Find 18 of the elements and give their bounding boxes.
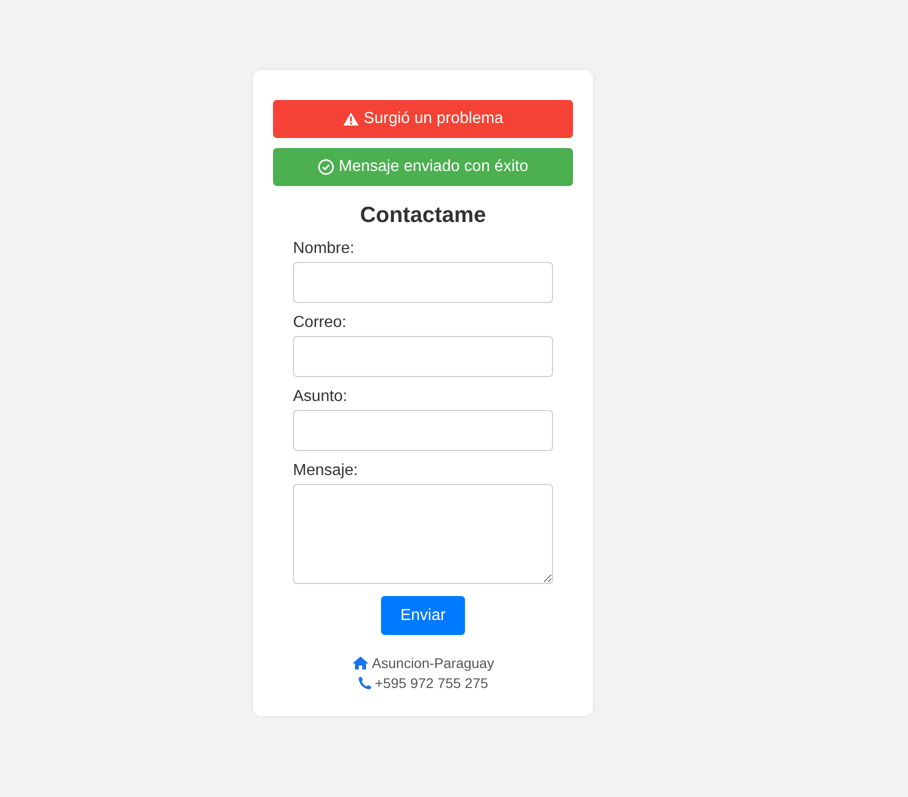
input-field[interactable] [293, 262, 553, 303]
field-label: Correo: [293, 314, 348, 332]
input-field[interactable] [293, 336, 553, 377]
warning-icon [342, 112, 359, 126]
phone-icon [358, 676, 372, 690]
message-field[interactable] [293, 484, 553, 584]
success-alert: Mensaje enviado con éxito [273, 148, 573, 186]
field-label: Asunto: [293, 388, 348, 406]
field-label: Nombre: [293, 240, 356, 258]
send-button[interactable]: Enviar [381, 596, 465, 635]
contact-text: Asuncion-Paraguay [372, 655, 494, 671]
contact-text: +595 972 755 275 [374, 675, 488, 691]
check-circle-icon [318, 159, 334, 175]
form-title: Contactame [360, 202, 486, 228]
input-field[interactable] [293, 410, 553, 451]
error-alert: Surgió un problema [273, 100, 573, 138]
field-label: Mensaje: [293, 462, 359, 480]
home-icon [352, 656, 369, 670]
